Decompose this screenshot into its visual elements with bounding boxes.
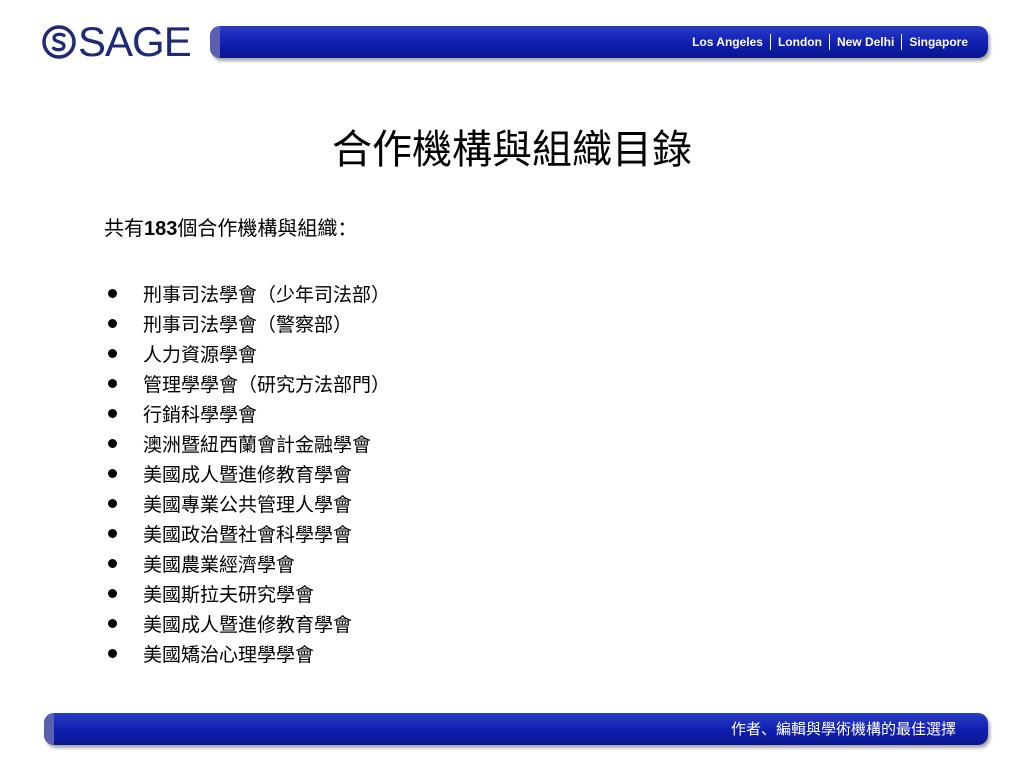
list-item: 美國成人暨進修教育學會 (104, 608, 390, 638)
bullet-icon (108, 498, 117, 508)
list-item: 澳洲暨紐西蘭會計金融學會 (104, 428, 390, 458)
list-item-label: 美國農業經濟學會 (143, 553, 296, 576)
list-item-label: 澳洲暨紐西蘭會計金融學會 (143, 433, 372, 456)
list-item-label: 刑事司法學會（警察部） (143, 313, 353, 336)
subtitle-suffix: 個合作機構與組織： (177, 216, 358, 240)
list-item-label: 美國政治暨社會科學學會 (143, 523, 353, 546)
list-item: 刑事司法學會（少年司法部） (104, 278, 390, 308)
organization-count: 共有183個合作機構與組織： (104, 214, 357, 243)
bullet-icon (108, 348, 117, 358)
bullet-icon (108, 438, 117, 448)
list-item-label: 美國斯拉夫研究學會 (143, 583, 315, 606)
list-item: 管理學學會（研究方法部門） (104, 368, 390, 398)
organization-list: 刑事司法學會（少年司法部） 刑事司法學會（警察部） 人力資源學會 管理學學會（研… (104, 278, 390, 668)
city-divider (901, 34, 903, 50)
sage-logo: SAGE (42, 18, 192, 66)
list-item-label: 人力資源學會 (143, 343, 258, 366)
list-item: 美國專業公共管理人學會 (104, 488, 390, 518)
list-item: 美國政治暨社會科學學會 (104, 518, 390, 548)
sage-logo-icon (42, 25, 76, 59)
bullet-icon (108, 648, 117, 658)
city-los-angeles: Los Angeles (692, 35, 763, 49)
list-item-label: 管理學學會（研究方法部門） (143, 373, 391, 396)
bullet-icon (108, 618, 117, 628)
list-item: 人力資源學會 (104, 338, 390, 368)
bullet-icon (108, 408, 117, 418)
bullet-icon (108, 468, 117, 478)
city-london: London (777, 35, 822, 49)
city-list: Los Angeles London New Delhi Singapore (692, 26, 968, 58)
list-item-label: 美國矯治心理學學會 (143, 643, 315, 666)
footer-bar: 作者、編輯與學術機構的最佳選擇 (44, 713, 988, 745)
city-singapore: Singapore (909, 35, 968, 49)
list-item-label: 美國成人暨進修教育學會 (143, 463, 353, 486)
list-item: 刑事司法學會（警察部） (104, 308, 390, 338)
bullet-icon (108, 318, 117, 328)
bullet-icon (108, 378, 117, 388)
list-item-label: 美國專業公共管理人學會 (143, 493, 353, 516)
bullet-icon (108, 528, 117, 538)
footer-tagline: 作者、編輯與學術機構的最佳選擇 (730, 720, 956, 738)
header-bar: Los Angeles London New Delhi Singapore (210, 26, 988, 58)
bullet-icon (108, 288, 117, 298)
list-item: 行銷科學學會 (104, 398, 390, 428)
list-item-label: 刑事司法學會（少年司法部） (143, 283, 391, 306)
list-item: 美國矯治心理學學會 (104, 638, 390, 668)
city-divider (769, 34, 771, 50)
list-item-label: 美國成人暨進修教育學會 (143, 613, 353, 636)
logo-wordmark: SAGE (78, 18, 192, 65)
list-item: 美國斯拉夫研究學會 (104, 578, 390, 608)
list-item: 美國成人暨進修教育學會 (104, 458, 390, 488)
subtitle-count: 183 (144, 218, 178, 240)
city-divider (828, 34, 830, 50)
bullet-icon (108, 558, 117, 568)
city-new-delhi: New Delhi (836, 35, 895, 49)
slide-title: 合作機構與組織目錄 (332, 127, 692, 173)
list-item-label: 行銷科學學會 (143, 403, 258, 426)
subtitle-prefix: 共有 (104, 216, 144, 240)
bullet-icon (108, 588, 117, 598)
list-item: 美國農業經濟學會 (104, 548, 390, 578)
